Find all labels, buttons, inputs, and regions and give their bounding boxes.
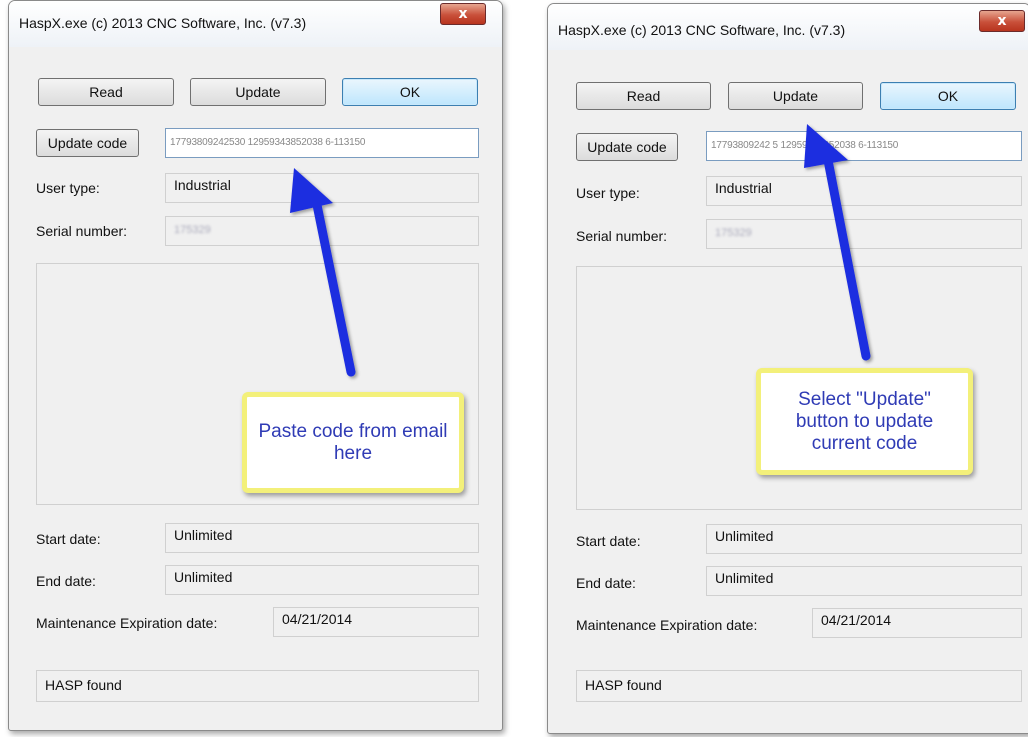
end-date-label: End date: <box>36 573 96 589</box>
user-type-label: User type: <box>36 180 100 196</box>
serial-number-value: 175329 <box>706 219 1022 249</box>
start-date-label: Start date: <box>36 531 101 547</box>
serial-number-label: Serial number: <box>576 228 668 244</box>
start-date-value: Unlimited <box>165 523 479 553</box>
dialog-client-area: Read Update OK Update code 1779380924253… <box>17 47 494 722</box>
maintenance-expiration-value: 04/21/2014 <box>812 608 1022 638</box>
title-bar: HaspX.exe (c) 2013 CNC Software, Inc. (v… <box>548 4 1028 50</box>
user-type-label: User type: <box>576 185 640 201</box>
read-button[interactable]: Read <box>576 82 711 110</box>
update-button[interactable]: Update <box>728 82 863 110</box>
callout-select-update: Select "Update" button to update current… <box>756 368 973 475</box>
maintenance-expiration-label: Maintenance Expiration date: <box>36 615 218 631</box>
update-code-input[interactable]: 17793809242 5 12959343852038 6-113150 <box>706 131 1022 161</box>
title-bar: HaspX.exe (c) 2013 CNC Software, Inc. (v… <box>9 1 502 47</box>
serial-number-text: 175329 <box>715 227 752 239</box>
read-button[interactable]: Read <box>38 78 174 106</box>
window-title: HaspX.exe (c) 2013 CNC Software, Inc. (v… <box>19 15 307 31</box>
update-button[interactable]: Update <box>190 78 326 106</box>
haspx-window-left: HaspX.exe (c) 2013 CNC Software, Inc. (v… <box>8 0 503 731</box>
serial-number-text: 175329 <box>174 224 211 236</box>
start-date-label: Start date: <box>576 533 641 549</box>
serial-number-label: Serial number: <box>36 223 128 239</box>
maintenance-expiration-value: 04/21/2014 <box>273 607 479 637</box>
update-code-input[interactable]: 17793809242530 12959343852038 6-113150 <box>165 128 479 158</box>
status-bar: HASP found <box>576 670 1022 702</box>
window-title: HaspX.exe (c) 2013 CNC Software, Inc. (v… <box>558 22 846 38</box>
start-date-value: Unlimited <box>706 524 1022 554</box>
ok-button[interactable]: OK <box>880 82 1016 110</box>
callout-paste-code: Paste code from email here <box>242 392 464 493</box>
user-type-value: Industrial <box>706 176 1022 206</box>
maintenance-expiration-label: Maintenance Expiration date: <box>576 617 758 633</box>
user-type-value: Industrial <box>165 173 479 203</box>
end-date-label: End date: <box>576 575 636 591</box>
status-bar: HASP found <box>36 670 479 702</box>
ok-button[interactable]: OK <box>342 78 478 106</box>
end-date-value: Unlimited <box>706 566 1022 596</box>
update-code-button[interactable]: Update code <box>576 133 678 161</box>
close-button[interactable]: x <box>979 10 1025 32</box>
close-button[interactable]: x <box>440 3 486 25</box>
serial-number-value: 175329 <box>165 216 479 246</box>
update-code-button[interactable]: Update code <box>36 129 139 157</box>
end-date-value: Unlimited <box>165 565 479 595</box>
